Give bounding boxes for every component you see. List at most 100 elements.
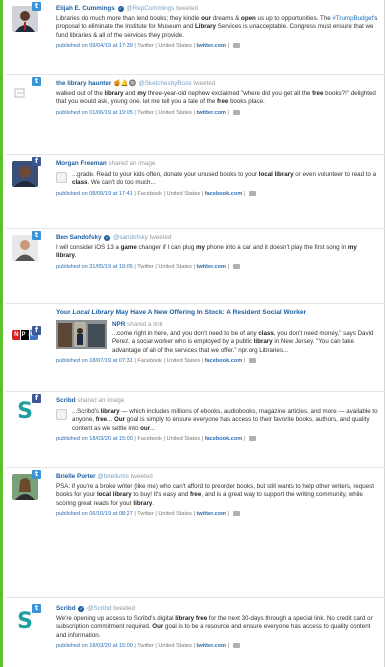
author-handle[interactable]: @SketchesbyBoze <box>138 80 191 87</box>
author-handle[interactable]: @sandofsky <box>113 234 148 241</box>
category-icon[interactable] <box>232 263 240 269</box>
verified-icon: ✓ <box>78 606 85 612</box>
post-body: ...grade. Read to your kids often, donat… <box>72 171 379 188</box>
feed-post: f Morgan Freeman shared an image ...grad… <box>6 155 385 229</box>
country: United States <box>158 43 192 50</box>
category-icon[interactable] <box>248 358 256 364</box>
text-segment: ...come right in here, and you don't nee… <box>112 330 259 337</box>
text-segment: May Have A New Offering In Stock: A Resi… <box>113 309 307 316</box>
author-name[interactable]: the library haunter <box>56 80 111 87</box>
highlighted-keyword: my <box>137 90 147 97</box>
category-icon[interactable] <box>232 43 240 49</box>
category-icon[interactable] <box>248 436 256 442</box>
post-body: Libraries do much more than lend books; … <box>56 15 379 40</box>
text-segment: phone into a car and it doesn't play the… <box>204 244 348 251</box>
highlighted-keyword: library <box>100 408 120 415</box>
channel: Twitter <box>137 263 154 270</box>
country: United States <box>166 358 201 365</box>
text-segment: Libraries do much more than lend books; … <box>56 15 202 22</box>
text-segment: walked out of the <box>56 90 105 97</box>
author-handle[interactable]: @Scribd <box>87 605 111 612</box>
text-segment: ... <box>150 424 156 432</box>
feed-post: NPR f Your Local Library May Have A New … <box>6 304 385 392</box>
feed-post: t Brielle Porter @briellums tweeted PSA:… <box>6 468 385 598</box>
author-handle[interactable]: @RepCummings <box>126 5 174 12</box>
source-link[interactable]: facebook.com <box>205 191 243 197</box>
text-segment: Your <box>56 309 73 316</box>
author-emoji: 🍯🔔🔘 <box>113 80 137 87</box>
text-segment: three-year-old nephew exclaimed "where d… <box>146 90 313 97</box>
twitter-icon: t <box>32 2 41 11</box>
feed-post: t the library haunter 🍯🔔🔘 @SketchesbyBoz… <box>6 75 385 155</box>
text-segment: us up to opportunities. The <box>255 15 333 22</box>
article-thumbnail[interactable] <box>56 320 107 349</box>
feed-post: S f Scribd shared an image ...Scribd's l… <box>6 392 385 468</box>
highlighted-keyword: Our <box>152 623 164 631</box>
country: United States <box>166 190 201 197</box>
hashtag-link[interactable]: #TrumpBudget <box>332 15 373 22</box>
highlighted-keyword: library <box>104 90 124 97</box>
text-segment: I will consider iOS 13 a <box>56 244 121 251</box>
article-title[interactable]: Your Local Library May Have A New Offeri… <box>56 308 379 317</box>
author-name[interactable]: Ben Sandofsky <box>56 234 102 241</box>
text-segment: and <box>123 90 138 97</box>
post-meta: published on 01/06/19 at 19:05 | Twitter… <box>56 109 379 117</box>
author-name[interactable]: Morgan Freeman <box>56 160 107 167</box>
channel: Twitter <box>137 43 154 50</box>
category-icon[interactable] <box>248 190 256 196</box>
category-icon[interactable] <box>232 511 240 517</box>
author-name[interactable]: NPR <box>112 321 125 328</box>
author-name[interactable]: Brielle Porter <box>56 473 96 480</box>
post-meta: published on 08/09/19 at 17:41 | Faceboo… <box>56 190 379 198</box>
highlighted-keyword: class <box>258 330 274 337</box>
facebook-icon: f <box>32 326 41 335</box>
post-meta: published on 18/03/20 at 15:00 | Faceboo… <box>56 435 379 443</box>
post-action: tweeted <box>149 234 172 241</box>
verified-icon: ✓ <box>117 6 124 12</box>
highlighted-keyword: Library <box>194 23 216 31</box>
twitter-icon: t <box>32 231 41 240</box>
category-icon[interactable] <box>232 109 240 115</box>
author-name[interactable]: Elijah E. Cummings <box>56 5 115 12</box>
source-link[interactable]: twitter.com <box>197 643 227 649</box>
verified-icon: ✓ <box>104 235 111 241</box>
channel: Twitter <box>137 511 154 518</box>
svg-text:S: S <box>17 399 33 424</box>
highlighted-keyword: library <box>253 338 273 346</box>
post-meta: published on 18/07/19 at 07:31 | Faceboo… <box>56 357 379 365</box>
source-link[interactable]: twitter.com <box>197 264 227 270</box>
author-handle[interactable]: @briellums <box>97 473 129 480</box>
highlighted-keyword: local library <box>258 171 294 178</box>
image-thumbnail-icon[interactable] <box>56 409 67 420</box>
post-meta: published on 18/03/20 at 15:00 | Twitter… <box>56 642 379 650</box>
post-action: tweeted <box>176 5 199 12</box>
highlighted-keyword: free <box>312 90 324 97</box>
post-action: shared an image <box>108 160 156 167</box>
text-segment: books place. <box>228 98 265 106</box>
post-body: We're opening up access to Scribd's digi… <box>56 615 379 640</box>
category-icon[interactable] <box>232 643 240 649</box>
image-thumbnail-icon[interactable] <box>56 172 67 183</box>
twitter-icon: t <box>32 604 41 613</box>
post-body: ...Scribd's library — which includes mil… <box>72 408 379 433</box>
author-name[interactable]: Scribd <box>56 605 76 612</box>
source-link[interactable]: twitter.com <box>197 43 227 49</box>
text-segment: changer if I can plug <box>136 244 196 251</box>
author-name[interactable]: Scribd <box>56 397 76 404</box>
source-link[interactable]: facebook.com <box>205 436 243 442</box>
post-action: shared a link <box>127 321 163 328</box>
country: United States <box>158 263 192 270</box>
feed-post: t Ben Sandofsky ✓ @sandofsky tweeted I w… <box>6 229 385 304</box>
text-segment: ...Scribd's <box>72 408 101 415</box>
social-feed: t Elijah E. Cummings ✓ @RepCummings twee… <box>0 0 385 667</box>
text-segment: or even volunteer to read to a <box>293 171 377 178</box>
published-date: published on 08/09/19 at 17:41 <box>56 190 133 197</box>
source-link[interactable]: facebook.com <box>205 358 243 364</box>
post-meta: published on 06/10/19 at 08:27 | Twitter… <box>56 510 379 518</box>
country: United States <box>158 109 192 116</box>
channel: Facebook <box>137 190 162 197</box>
source-link[interactable]: twitter.com <box>197 511 227 517</box>
channel: Twitter <box>137 109 154 116</box>
source-link[interactable]: twitter.com <box>197 110 227 116</box>
highlighted-keyword: our <box>140 424 151 432</box>
